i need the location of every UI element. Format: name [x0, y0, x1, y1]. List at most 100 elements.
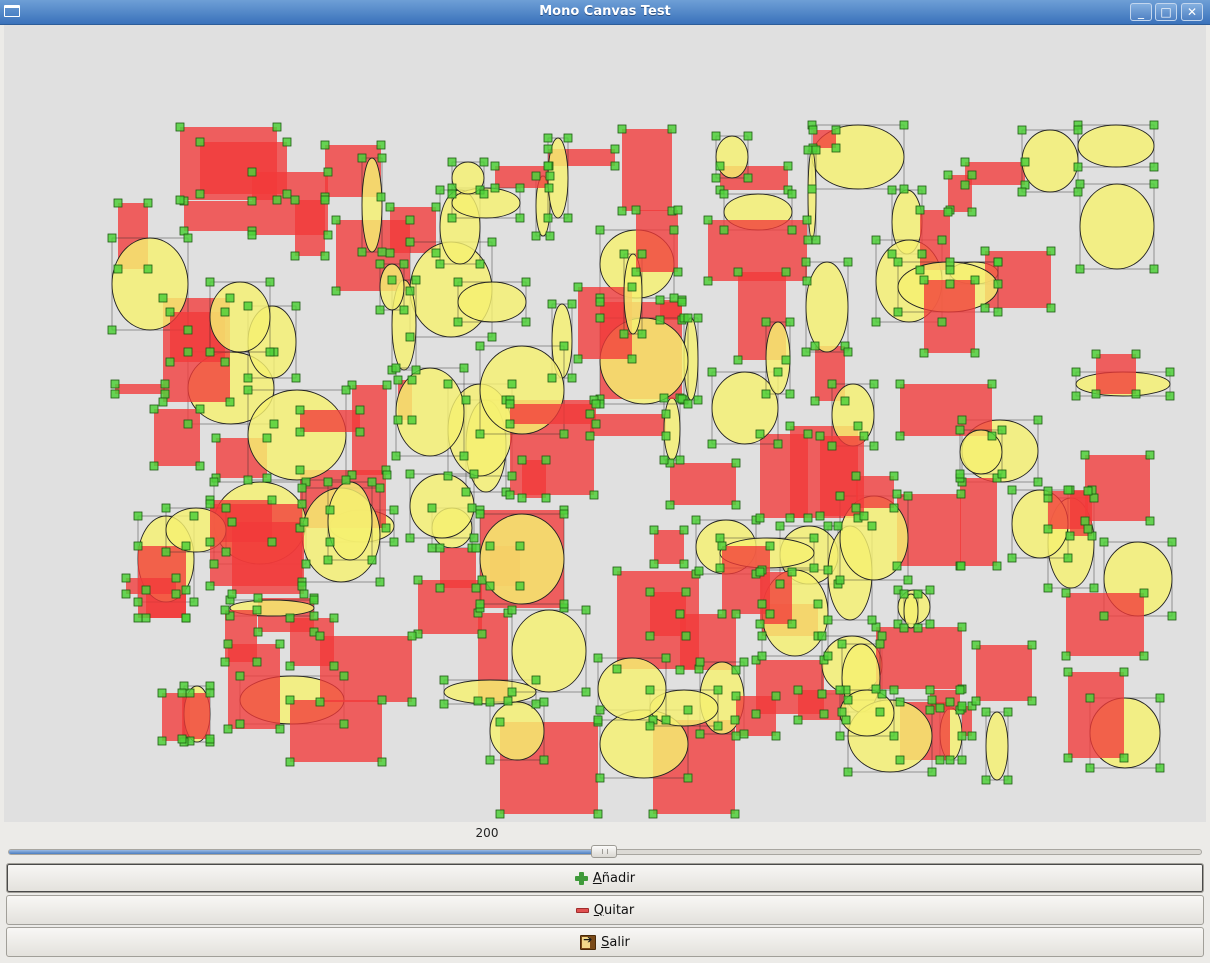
resize-handle[interactable]: [515, 183, 525, 193]
resize-handle[interactable]: [655, 315, 665, 325]
resize-handle[interactable]: [377, 247, 387, 257]
resize-handle[interactable]: [495, 809, 505, 819]
resize-handle[interactable]: [743, 173, 753, 183]
resize-handle[interactable]: [1131, 349, 1141, 359]
resize-handle[interactable]: [107, 325, 117, 335]
resize-handle[interactable]: [299, 517, 309, 527]
resize-handle[interactable]: [443, 471, 453, 481]
resize-handle[interactable]: [183, 347, 193, 357]
resize-handle[interactable]: [957, 415, 967, 425]
resize-handle[interactable]: [461, 395, 471, 405]
resize-handle[interactable]: [717, 541, 727, 551]
resize-handle[interactable]: [823, 615, 833, 625]
resize-handle[interactable]: [895, 697, 905, 707]
resize-handle[interactable]: [595, 773, 605, 783]
resize-handle[interactable]: [110, 389, 120, 399]
resize-handle[interactable]: [648, 809, 658, 819]
resize-handle[interactable]: [811, 235, 821, 245]
resize-handle[interactable]: [475, 341, 485, 351]
resize-handle[interactable]: [1063, 485, 1073, 495]
resize-handle[interactable]: [773, 367, 783, 377]
resize-handle[interactable]: [645, 631, 655, 641]
resize-handle[interactable]: [515, 213, 525, 223]
resize-handle[interactable]: [612, 566, 622, 576]
resize-handle[interactable]: [595, 225, 605, 235]
resize-handle[interactable]: [1149, 179, 1159, 189]
resize-handle[interactable]: [285, 661, 295, 671]
resize-handle[interactable]: [803, 145, 813, 155]
resize-handle[interactable]: [945, 755, 955, 765]
resize-handle[interactable]: [355, 427, 365, 437]
resize-handle[interactable]: [1155, 763, 1165, 773]
resize-handle[interactable]: [435, 543, 445, 553]
resize-handle[interactable]: [793, 715, 803, 725]
resize-handle[interactable]: [290, 195, 300, 205]
resize-handle[interactable]: [341, 385, 351, 395]
resize-handle[interactable]: [649, 559, 659, 569]
resize-handle[interactable]: [1139, 651, 1149, 661]
resize-handle[interactable]: [823, 565, 833, 575]
resize-handle[interactable]: [761, 389, 771, 399]
resize-handle[interactable]: [339, 719, 349, 729]
resize-handle[interactable]: [290, 251, 300, 261]
resize-handle[interactable]: [675, 455, 685, 465]
resize-handle[interactable]: [143, 264, 153, 274]
resize-handle[interactable]: [711, 131, 721, 141]
resize-handle[interactable]: [757, 599, 767, 609]
resize-handle[interactable]: [227, 517, 237, 527]
resize-handle[interactable]: [559, 341, 569, 351]
resize-handle[interactable]: [253, 627, 263, 637]
resize-handle[interactable]: [889, 503, 899, 513]
resize-handle[interactable]: [957, 701, 967, 711]
resize-handle[interactable]: [785, 317, 795, 327]
resize-handle[interactable]: [809, 533, 819, 543]
resize-handle[interactable]: [385, 248, 395, 258]
resize-handle[interactable]: [730, 809, 740, 819]
resize-handle[interactable]: [869, 379, 879, 389]
resize-handle[interactable]: [243, 301, 253, 311]
resize-handle[interactable]: [875, 707, 885, 717]
resize-handle[interactable]: [843, 695, 853, 705]
resize-handle[interactable]: [1089, 583, 1099, 593]
resize-handle[interactable]: [375, 577, 385, 587]
resize-handle[interactable]: [925, 585, 935, 595]
resize-handle[interactable]: [1165, 367, 1175, 377]
resize-handle[interactable]: [220, 657, 230, 667]
resize-handle[interactable]: [1149, 162, 1159, 172]
resize-handle[interactable]: [285, 613, 295, 623]
resize-handle[interactable]: [801, 257, 811, 267]
resize-handle[interactable]: [803, 429, 813, 439]
resize-handle[interactable]: [411, 275, 421, 285]
resize-handle[interactable]: [367, 477, 377, 487]
resize-handle[interactable]: [573, 282, 583, 292]
resize-handle[interactable]: [679, 525, 689, 535]
resize-handle[interactable]: [1007, 553, 1017, 563]
resize-handle[interactable]: [411, 365, 421, 375]
close-button[interactable]: ✕: [1181, 3, 1203, 21]
resize-handle[interactable]: [1119, 667, 1129, 677]
resize-handle[interactable]: [247, 196, 257, 206]
resize-handle[interactable]: [477, 629, 487, 639]
resize-handle[interactable]: [505, 490, 515, 500]
resize-handle[interactable]: [473, 696, 483, 706]
resize-handle[interactable]: [1145, 516, 1155, 526]
resize-handle[interactable]: [320, 195, 330, 205]
resize-handle[interactable]: [487, 332, 497, 342]
resize-handle[interactable]: [382, 380, 392, 390]
resize-handle[interactable]: [1091, 349, 1101, 359]
resize-handle[interactable]: [275, 639, 285, 649]
resize-handle[interactable]: [593, 809, 603, 819]
resize-handle[interactable]: [739, 657, 749, 667]
resize-handle[interactable]: [471, 583, 481, 593]
resize-handle[interactable]: [899, 623, 909, 633]
resize-handle[interactable]: [893, 307, 903, 317]
resize-handle[interactable]: [427, 503, 437, 513]
resize-handle[interactable]: [887, 249, 897, 259]
resize-handle[interactable]: [1085, 693, 1095, 703]
resize-handle[interactable]: [485, 541, 495, 551]
resize-handle[interactable]: [673, 205, 683, 215]
resize-handle[interactable]: [1027, 640, 1037, 650]
resize-handle[interactable]: [765, 609, 775, 619]
resize-handle[interactable]: [823, 651, 833, 661]
resize-handle[interactable]: [181, 541, 191, 551]
